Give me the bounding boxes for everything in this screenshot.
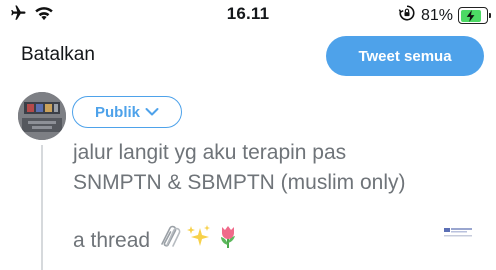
tweet-text-line: SNMPTN & SBMPTN (muslim only) [73, 171, 406, 194]
tweet-text-thread-line[interactable]: a thread [73, 223, 240, 258]
tweet-all-button[interactable]: Tweet semua [326, 36, 484, 76]
thread-label: a thread [73, 228, 151, 252]
status-right: 81% [398, 4, 491, 27]
watermark-logo [444, 226, 472, 240]
battery-percent: 81% [420, 6, 453, 24]
tweet-text-input[interactable]: jalur langit yg aku terapin pas SNMPTN &… [73, 138, 406, 198]
cancel-button[interactable]: Batalkan [21, 44, 95, 66]
charging-bolt-icon [466, 9, 475, 22]
battery-level [460, 9, 481, 22]
status-bar: 16.11 81% [0, 0, 496, 30]
audience-label: Publik [94, 103, 140, 121]
composer-header: Batalkan Tweet semua [0, 34, 496, 78]
chevron-down-icon [145, 104, 159, 121]
thread-connector-line [41, 145, 43, 270]
sparkles-icon [186, 224, 212, 257]
emoji-group [156, 223, 240, 258]
battery-icon [458, 7, 491, 24]
paperclips-icon [156, 224, 182, 257]
tweet-text-line: jalur langit yg aku terapin pas [73, 141, 347, 164]
avatar[interactable] [18, 92, 66, 140]
orientation-lock-icon [398, 4, 416, 27]
audience-selector[interactable]: Publik [72, 96, 182, 128]
tulip-icon [216, 223, 240, 258]
